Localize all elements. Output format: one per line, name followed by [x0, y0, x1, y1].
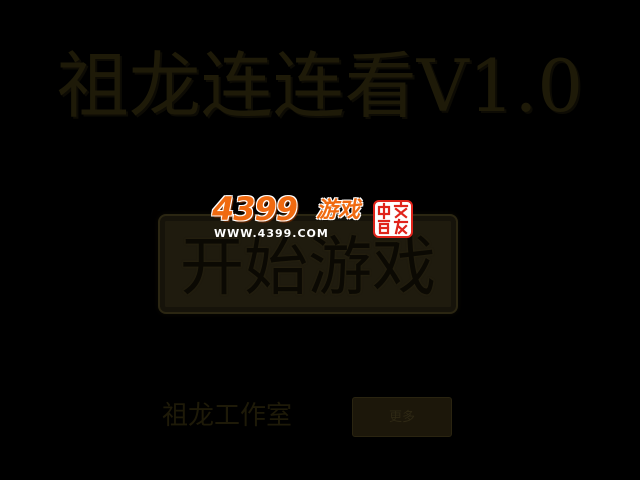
more-games-button[interactable]: 更多	[352, 397, 452, 437]
logo-brand-number: 4399	[212, 190, 298, 228]
more-games-label: 更多	[388, 410, 415, 425]
game-stage: 祖龙连连看V1.0 开始游戏 4399 游戏 WWW.4399.COM 祖龙工作…	[0, 0, 640, 480]
game-title: 祖龙连连看V1.0	[56, 44, 584, 128]
4399-logo: 4399 游戏 WWW.4399.COM	[212, 190, 418, 244]
seal-glyphs-icon	[377, 202, 409, 235]
logo-url: WWW.4399.COM	[214, 227, 329, 240]
studio-name: 祖龙工作室	[162, 401, 293, 431]
logo-seal-icon	[373, 200, 413, 238]
logo-brand-word: 游戏	[316, 198, 361, 223]
